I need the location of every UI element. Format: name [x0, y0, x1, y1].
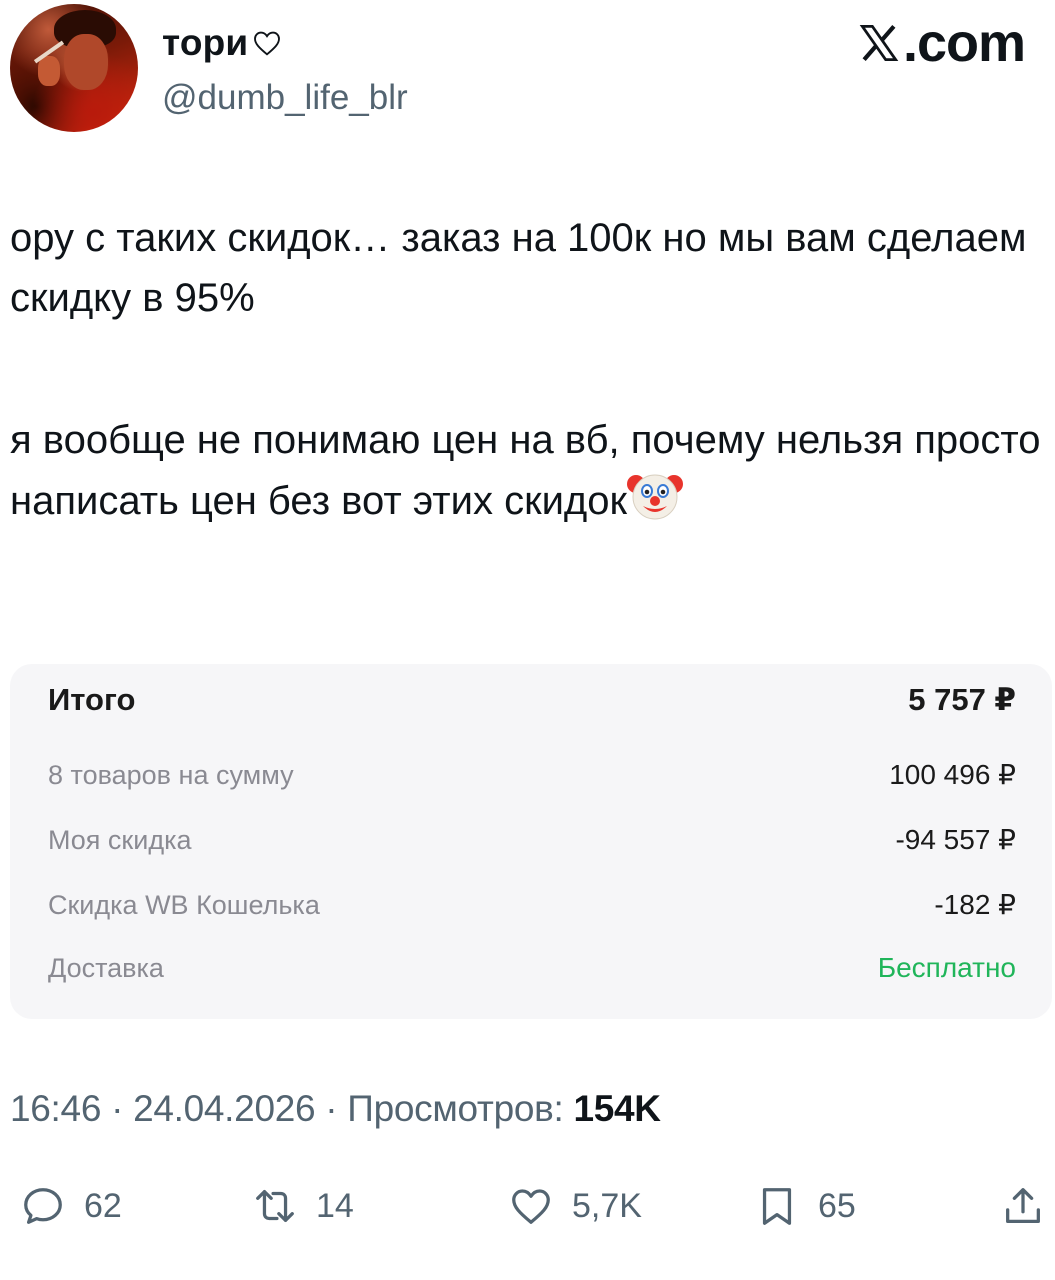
like-button[interactable]: 5,7K	[508, 1180, 642, 1232]
clown-face-icon	[627, 474, 684, 520]
summary-label: Скидка WB Кошелька	[48, 890, 320, 920]
heart-icon	[512, 1189, 550, 1224]
reply-count: 62	[84, 1186, 122, 1225]
tweet-time[interactable]: 16:46	[10, 1088, 101, 1129]
tweet-paragraph-1: ору с таких скидок… заказ на 100к но мы …	[10, 216, 1027, 320]
summary-row-delivery: Доставка Бесплатно	[48, 952, 1016, 984]
summary-row-total: Итого 5 757 ₽	[48, 682, 1016, 718]
summary-value: -182 ₽	[934, 889, 1016, 920]
avatar[interactable]	[10, 4, 138, 132]
repost-icon	[256, 1189, 294, 1223]
display-name[interactable]: тори	[162, 22, 284, 64]
share-button[interactable]	[1000, 1180, 1046, 1232]
bookmark-count: 65	[818, 1186, 856, 1225]
summary-row-items: 8 товаров на сумму 100 496 ₽	[48, 758, 1016, 791]
reply-icon	[24, 1188, 62, 1224]
summary-value: 100 496 ₽	[889, 759, 1016, 790]
tweet-meta: 16:46 · 24.04.2026 · Просмотров: 154K	[10, 1088, 661, 1130]
x-com-watermark: .com	[857, 12, 1026, 74]
views-count: 154K	[573, 1088, 661, 1129]
delivery-free-value: Бесплатно	[877, 952, 1016, 983]
summary-value: -94 557 ₽	[895, 824, 1016, 855]
tweet-date[interactable]: 24.04.2026	[133, 1088, 315, 1129]
views-label: Просмотров:	[347, 1088, 564, 1129]
repost-count: 14	[316, 1186, 354, 1225]
summary-label: Доставка	[48, 953, 164, 983]
x-logo-icon	[859, 24, 899, 62]
meta-separator: ·	[325, 1088, 348, 1129]
site-domain: .com	[902, 13, 1026, 73]
heart-outline-icon	[254, 31, 281, 56]
user-handle[interactable]: @dumb_life_blr	[162, 78, 408, 118]
share-icon	[1006, 1188, 1040, 1223]
reply-button[interactable]: 62	[20, 1180, 122, 1232]
like-count: 5,7K	[572, 1186, 642, 1225]
repost-button[interactable]: 14	[252, 1180, 354, 1232]
display-name-text: тори	[162, 22, 249, 63]
tweet-paragraph-2-text: я вообще не понимаю цен на вб, почему не…	[10, 418, 1041, 523]
total-value: 5 757 ₽	[908, 682, 1016, 717]
tweet-paragraph-2: я вообще не понимаю цен на вб, почему не…	[10, 410, 1055, 531]
total-label: Итого	[48, 682, 136, 717]
summary-label: Моя скидка	[48, 825, 192, 855]
summary-row-wallet-discount: Скидка WB Кошелька -182 ₽	[48, 888, 1016, 921]
bookmark-icon	[762, 1188, 792, 1225]
bookmark-button[interactable]: 65	[754, 1180, 856, 1232]
summary-label: 8 товаров на сумму	[48, 760, 294, 790]
meta-separator: ·	[111, 1088, 134, 1129]
summary-row-my-discount: Моя скидка -94 557 ₽	[48, 823, 1016, 856]
order-summary-card: Итого 5 757 ₽ 8 товаров на сумму 100 496…	[10, 664, 1052, 1019]
